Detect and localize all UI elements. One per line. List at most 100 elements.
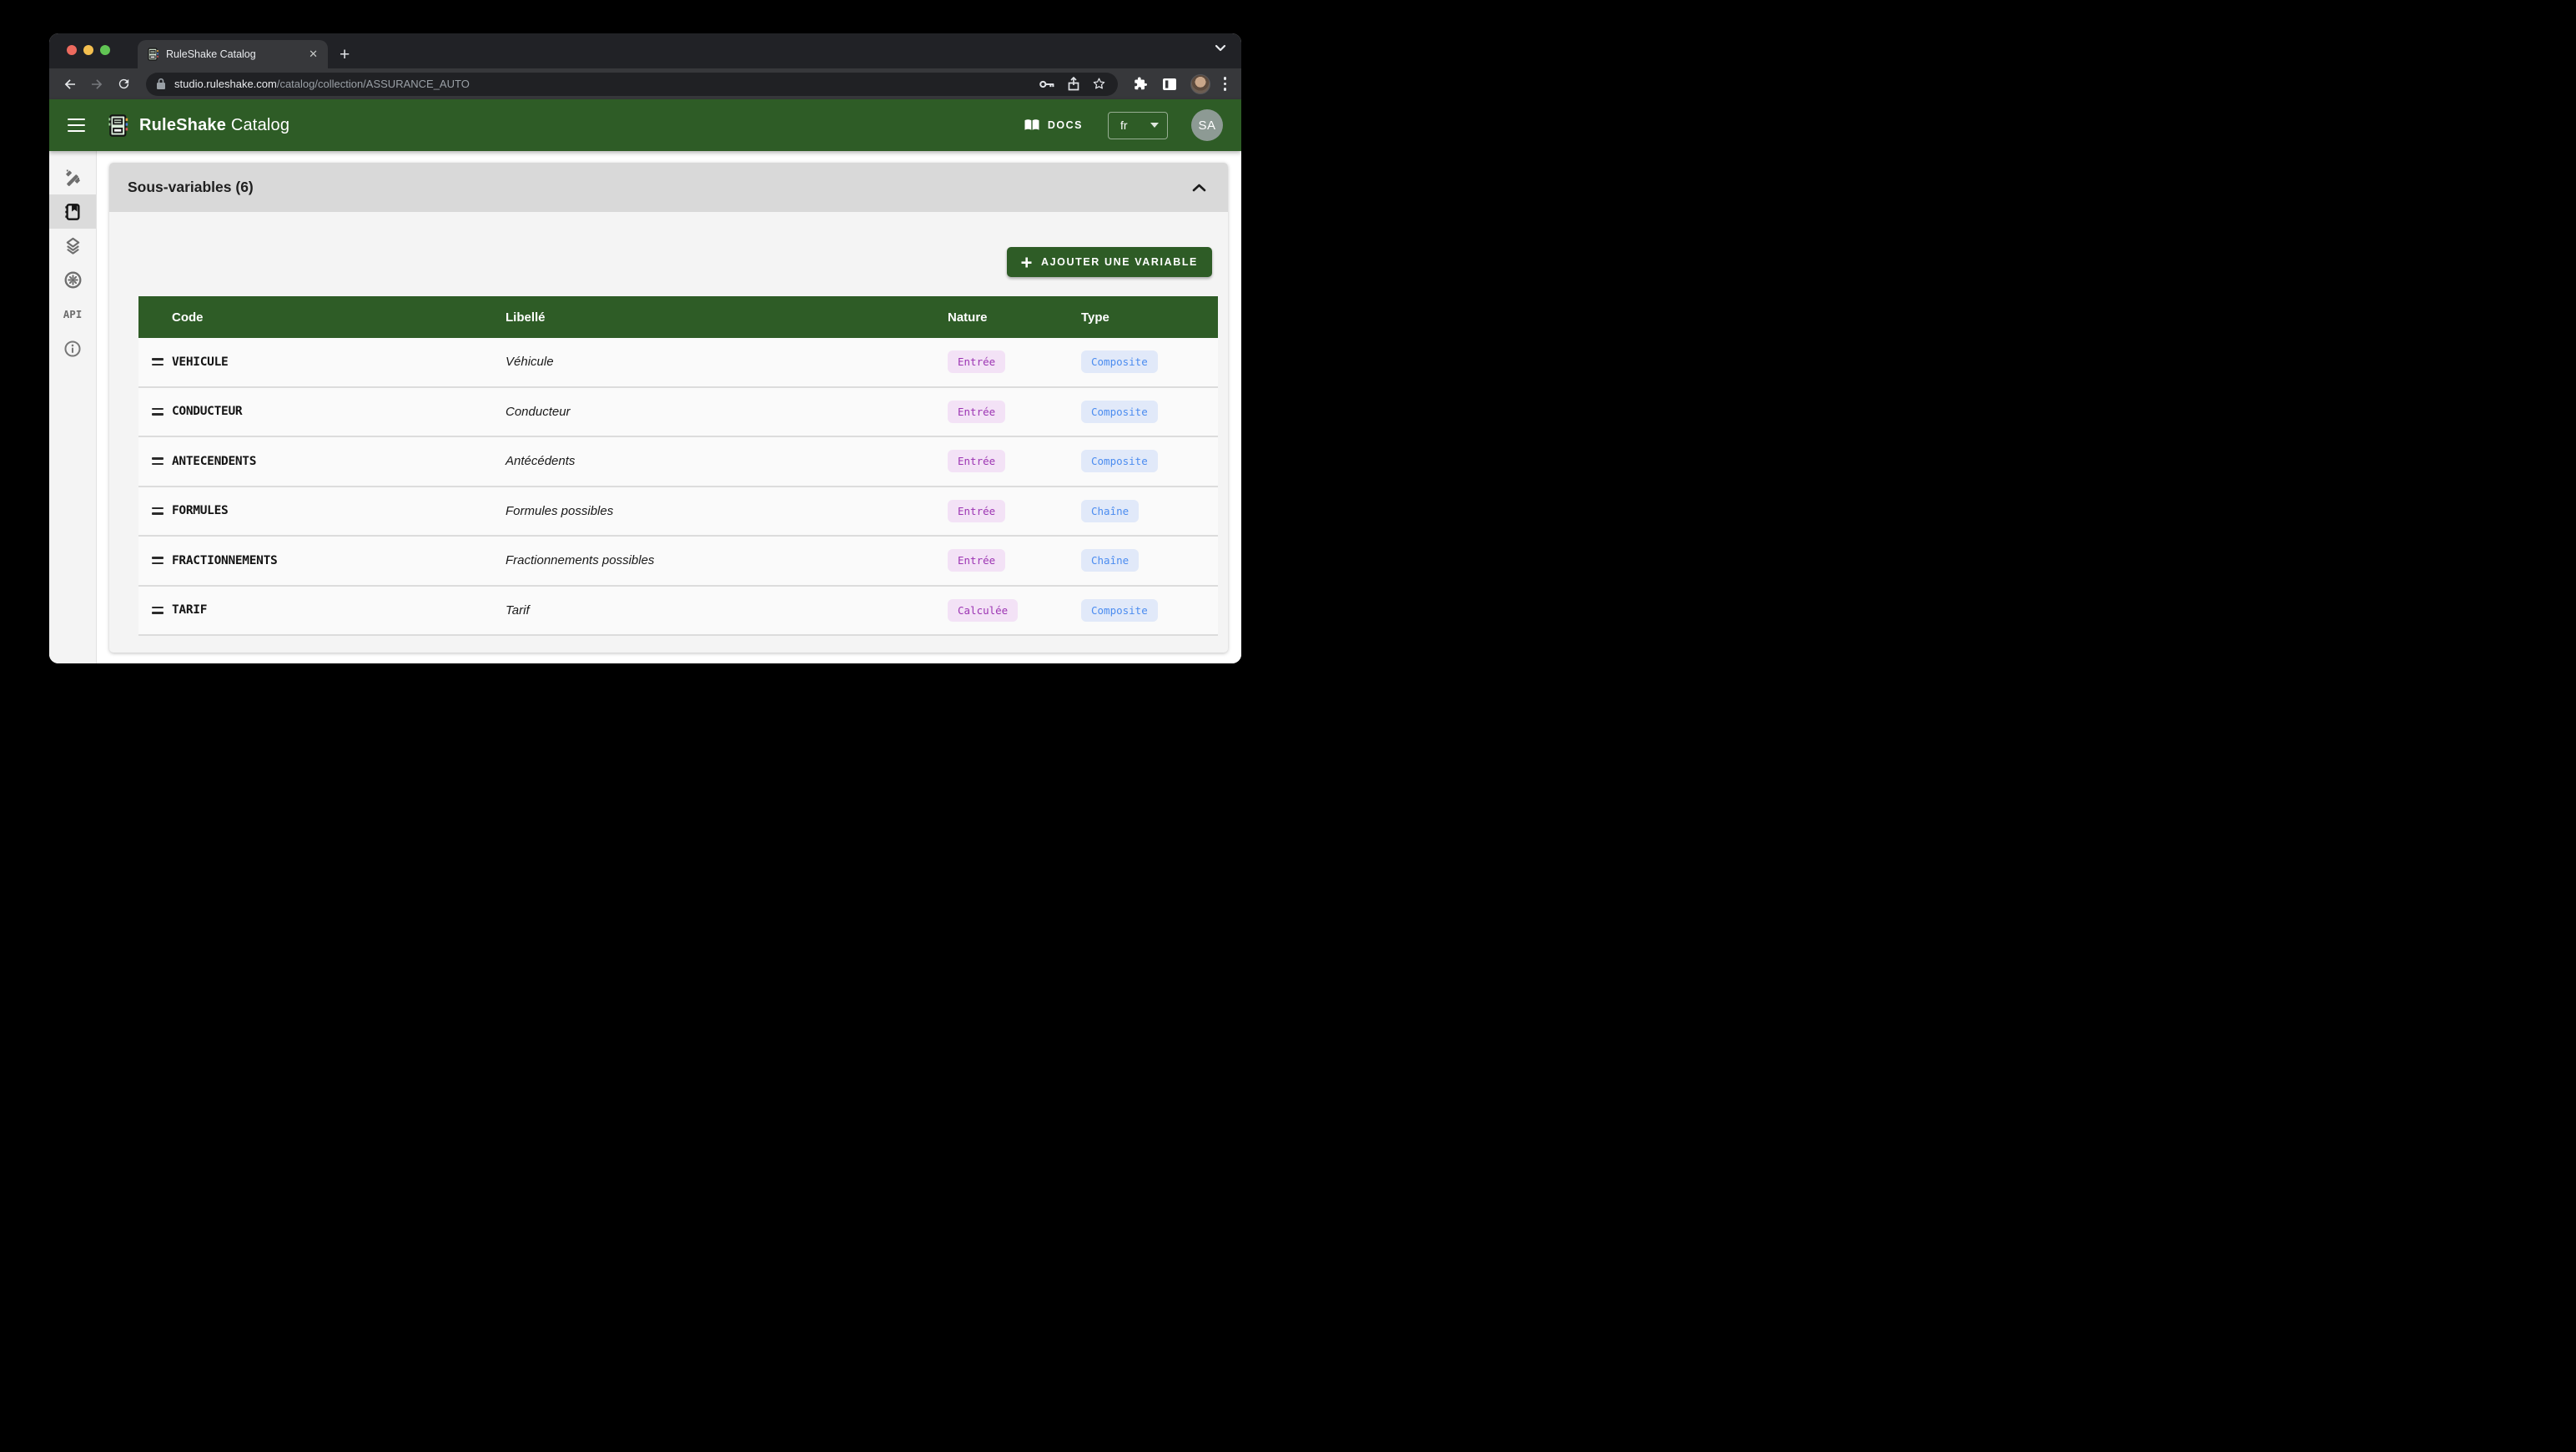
url-bar[interactable]: studio.ruleshake.com/catalog/collection/… [146,73,1118,96]
variable-label: Conducteur [506,405,948,419]
table-row[interactable]: FORMULES Formules possibles Entrée Chaîn… [138,487,1218,537]
chevron-up-icon [1192,184,1206,192]
variable-code: VEHICULE [172,355,506,369]
variable-code: FRACTIONNEMENTS [172,554,506,567]
new-tab-button[interactable]: + [340,47,350,63]
user-avatar[interactable]: SA [1191,109,1223,141]
browser-window: RuleShake Catalog ✕ + [49,33,1241,663]
sous-variables-panel: Sous-variables (6) [109,163,1228,653]
favicon-icon [146,48,159,61]
app-header: RuleShake Catalog DOCS fr SA [49,99,1241,151]
variable-code: TARIF [172,603,506,617]
window-zoom-button[interactable] [100,45,110,55]
table-row[interactable]: TARIF Tarif Calculée Composite [138,587,1218,637]
sidebar-item-api[interactable]: API [49,297,96,331]
drag-handle-icon[interactable] [152,507,164,515]
url-domain: studio.ruleshake.com [174,78,277,90]
add-variable-button[interactable]: AJOUTER UNE VARIABLE [1007,247,1212,277]
table-header: Code Libellé Nature Type [138,296,1218,338]
side-panel-icon[interactable] [1162,78,1177,91]
drag-handle-icon[interactable] [152,408,164,416]
api-icon: API [63,308,83,320]
nature-badge: Entrée [948,401,1005,423]
variable-code: CONDUCTEUR [172,405,506,418]
window-minimize-button[interactable] [83,45,93,55]
bookmark-star-icon[interactable] [1092,77,1106,91]
share-icon[interactable] [1068,77,1079,91]
table-row[interactable]: CONDUCTEUR Conducteur Entrée Composite [138,388,1218,438]
sidebar-item-rules[interactable] [49,160,96,194]
content-area: API Sous-variables (6) [49,151,1241,663]
brand-suffix: Catalog [231,116,289,134]
forward-button[interactable] [86,73,108,95]
reload-button[interactable] [113,73,134,95]
type-badge: Composite [1081,401,1158,423]
catalog-book-icon [63,203,82,221]
extensions-puzzle-icon[interactable] [1133,76,1149,92]
browser-tab[interactable]: RuleShake Catalog ✕ [138,40,328,68]
panel-title: Sous-variables (6) [128,179,254,196]
tab-search-chevron-icon[interactable] [1215,44,1226,52]
drag-handle-icon[interactable] [152,457,164,465]
tab-strip: RuleShake Catalog ✕ + [49,33,1241,68]
tab-title: RuleShake Catalog [166,48,300,60]
info-icon [63,340,82,358]
page-title: RuleShake Catalog [139,116,289,135]
col-nature: Nature [948,310,1081,325]
sidebar-item-info[interactable] [49,331,96,366]
tools-icon [63,168,83,187]
sidebar-item-engine[interactable] [49,263,96,297]
add-variable-label: AJOUTER UNE VARIABLE [1041,256,1198,268]
traffic-lights [67,45,110,55]
panel-header: Sous-variables (6) [109,163,1228,212]
variables-table: Code Libellé Nature Type VEHICULE Véhicu… [138,296,1218,636]
tab-close-icon[interactable]: ✕ [307,48,319,61]
table-row[interactable]: FRACTIONNEMENTS Fractionnements possible… [138,537,1218,587]
app-logo-icon [107,114,129,137]
table-row[interactable]: VEHICULE Véhicule Entrée Composite [138,338,1218,388]
panel-body: AJOUTER UNE VARIABLE Code Libellé Nature… [109,212,1228,653]
language-select[interactable]: fr [1108,112,1168,139]
collapse-panel-button[interactable] [1192,184,1206,192]
chevron-down-icon [1150,123,1159,128]
table-row[interactable]: ANTECENDENTS Antécédents Entrée Composit… [138,437,1218,487]
browser-profile-avatar[interactable] [1190,74,1210,94]
desktop-background: RuleShake Catalog ✕ + [0,0,1288,726]
type-badge: Composite [1081,450,1158,472]
type-badge: Composite [1081,350,1158,373]
sidebar-item-collections[interactable] [49,229,96,263]
nature-badge: Entrée [948,549,1005,572]
col-libelle: Libellé [506,310,948,325]
browser-menu-dots-icon[interactable] [1224,77,1227,91]
app-brand: RuleShake Catalog [107,114,289,137]
type-badge: Composite [1081,599,1158,622]
drag-handle-icon[interactable] [152,557,164,564]
sidebar-item-catalog[interactable] [49,194,96,229]
browser-toolbar: studio.ruleshake.com/catalog/collection/… [49,68,1241,99]
language-value: fr [1120,118,1150,132]
nature-badge: Entrée [948,500,1005,522]
nature-badge: Entrée [948,350,1005,373]
col-type: Type [1081,310,1218,325]
variable-label: Véhicule [506,355,948,369]
variable-label: Tarif [506,603,948,618]
drag-handle-icon[interactable] [152,358,164,366]
drag-handle-icon[interactable] [152,607,164,614]
nature-badge: Entrée [948,450,1005,472]
nature-badge: Calculée [948,599,1018,622]
back-button[interactable] [59,73,81,95]
docs-book-icon [1024,118,1040,132]
variable-code: ANTECENDENTS [172,455,506,468]
window-close-button[interactable] [67,45,77,55]
variable-label: Formules possibles [506,504,948,518]
variable-label: Antécédents [506,454,948,468]
type-badge: Chaîne [1081,500,1139,522]
hamburger-menu-button[interactable] [68,118,85,133]
password-key-icon[interactable] [1039,79,1055,89]
docs-button[interactable]: DOCS [1024,118,1083,132]
lock-icon [156,78,166,90]
url-path: /catalog/collection/ASSURANCE_AUTO [277,78,470,90]
brand-name: RuleShake [139,116,226,134]
variable-label: Fractionnements possibles [506,553,948,567]
plus-icon [1021,257,1032,268]
